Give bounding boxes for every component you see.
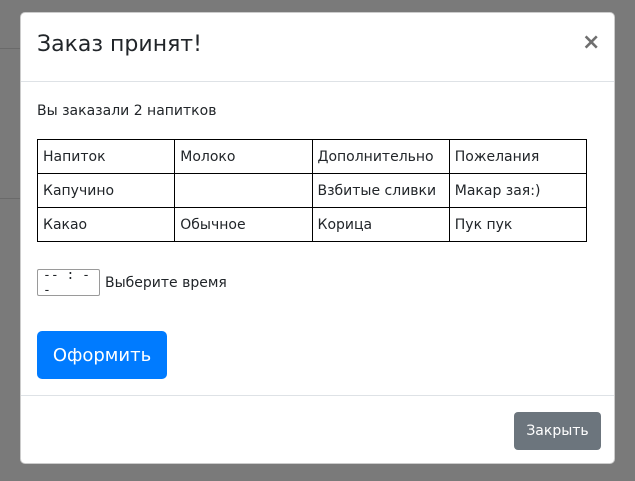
table-cell: Капучино <box>36 173 176 208</box>
order-confirmation-modal: Заказ принят! × Вы заказали 2 напитков Н… <box>20 12 615 464</box>
table-cell: Взбитые сливки <box>311 173 450 208</box>
table-cell: Корица <box>311 207 450 242</box>
table-cell: Обычное <box>174 207 313 242</box>
time-input[interactable]: -- : -- <box>37 268 100 298</box>
table-row: Капучино Взбитые сливки Макар зая:) <box>36 173 588 208</box>
order-summary: Вы заказали 2 напитков <box>37 103 217 119</box>
table-cell: Молоко <box>174 139 313 174</box>
submit-order-button[interactable]: Оформить <box>37 331 167 379</box>
modal-title: Заказ принят! <box>37 32 202 57</box>
table-row: Какао Обычное Корица Пук пук <box>36 207 588 242</box>
orders-table: Напиток Молоко Дополнительно Пожелания К… <box>36 139 588 242</box>
modal-footer: Закрыть <box>21 396 614 464</box>
modal-header: Заказ принят! × <box>21 13 614 82</box>
table-cell: Пук пук <box>448 207 588 242</box>
close-button[interactable]: Закрыть <box>514 412 601 450</box>
close-icon[interactable]: × <box>582 31 600 55</box>
modal-body: Вы заказали 2 напитков Напиток Молоко До… <box>21 82 614 396</box>
table-cell: Какао <box>36 207 176 242</box>
time-picker-row: -- : -- Выберите время <box>37 268 227 298</box>
table-row: Напиток Молоко Дополнительно Пожелания <box>36 139 588 174</box>
table-cell: Дополнительно <box>311 139 450 174</box>
table-cell: Напиток <box>36 139 176 174</box>
table-cell: Пожелания <box>448 139 588 174</box>
time-label: Выберите время <box>105 274 227 291</box>
table-cell: Макар зая:) <box>448 173 588 208</box>
table-cell <box>174 173 313 208</box>
